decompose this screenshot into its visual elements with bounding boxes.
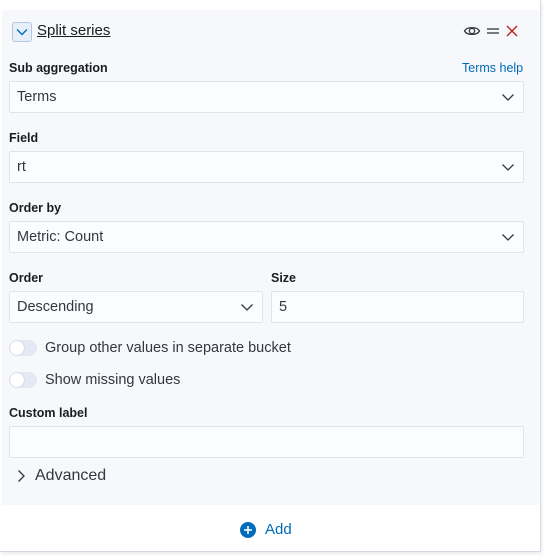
sidebar-editor-frame: Split series Sub aggregation Terms help … xyxy=(0,0,541,552)
group-other-switch[interactable] xyxy=(9,340,37,356)
size-input[interactable]: 5 xyxy=(271,291,524,323)
drag-handle-icon[interactable] xyxy=(484,22,502,40)
order-by-value: Metric: Count xyxy=(17,229,104,245)
panel-header: Split series xyxy=(2,10,539,52)
add-button[interactable]: Add xyxy=(239,520,309,540)
chevron-down-icon xyxy=(241,304,253,311)
chevron-right-icon xyxy=(18,470,25,482)
plus-in-circle-icon xyxy=(240,522,256,538)
show-missing-label: Show missing values xyxy=(45,372,181,388)
order-by-label: Order by xyxy=(9,201,62,215)
custom-label-label: Custom label xyxy=(9,406,88,420)
field-select[interactable]: rt xyxy=(9,151,524,183)
group-other-label: Group other values in separate bucket xyxy=(45,340,291,356)
custom-label-input[interactable] xyxy=(9,426,524,458)
order-label: Order xyxy=(9,271,44,285)
chevron-down-icon xyxy=(16,29,28,36)
show-missing-switch[interactable] xyxy=(9,372,37,388)
chevron-down-icon xyxy=(502,234,514,241)
collapse-toggle-button[interactable] xyxy=(12,22,32,42)
add-label: Add xyxy=(265,521,292,538)
eye-icon[interactable] xyxy=(463,22,481,40)
sub-aggregation-value: Terms xyxy=(17,89,57,105)
advanced-label: Advanced xyxy=(35,467,107,484)
group-other-switch-row[interactable]: Group other values in separate bucket xyxy=(9,339,309,357)
chevron-down-icon xyxy=(502,164,514,171)
terms-help-link[interactable]: Terms help xyxy=(462,61,523,75)
switch-knob xyxy=(10,373,24,387)
close-icon[interactable] xyxy=(503,22,521,40)
switch-knob xyxy=(10,341,24,355)
order-select[interactable]: Descending xyxy=(9,291,263,323)
sub-aggregation-select[interactable]: Terms xyxy=(9,81,524,113)
split-series-panel: Split series Sub aggregation Terms help … xyxy=(2,10,539,505)
field-label: Field xyxy=(9,131,39,145)
order-by-select[interactable]: Metric: Count xyxy=(9,221,524,253)
size-label: Size xyxy=(271,271,297,285)
chevron-down-icon xyxy=(502,94,514,101)
show-missing-switch-row[interactable]: Show missing values xyxy=(9,371,209,389)
size-value: 5 xyxy=(279,299,288,315)
order-value: Descending xyxy=(17,299,94,315)
panel-title[interactable]: Split series xyxy=(37,22,110,40)
field-value: rt xyxy=(17,159,26,175)
advanced-toggle[interactable]: Advanced xyxy=(14,466,134,486)
sub-aggregation-label: Sub aggregation xyxy=(9,61,108,75)
